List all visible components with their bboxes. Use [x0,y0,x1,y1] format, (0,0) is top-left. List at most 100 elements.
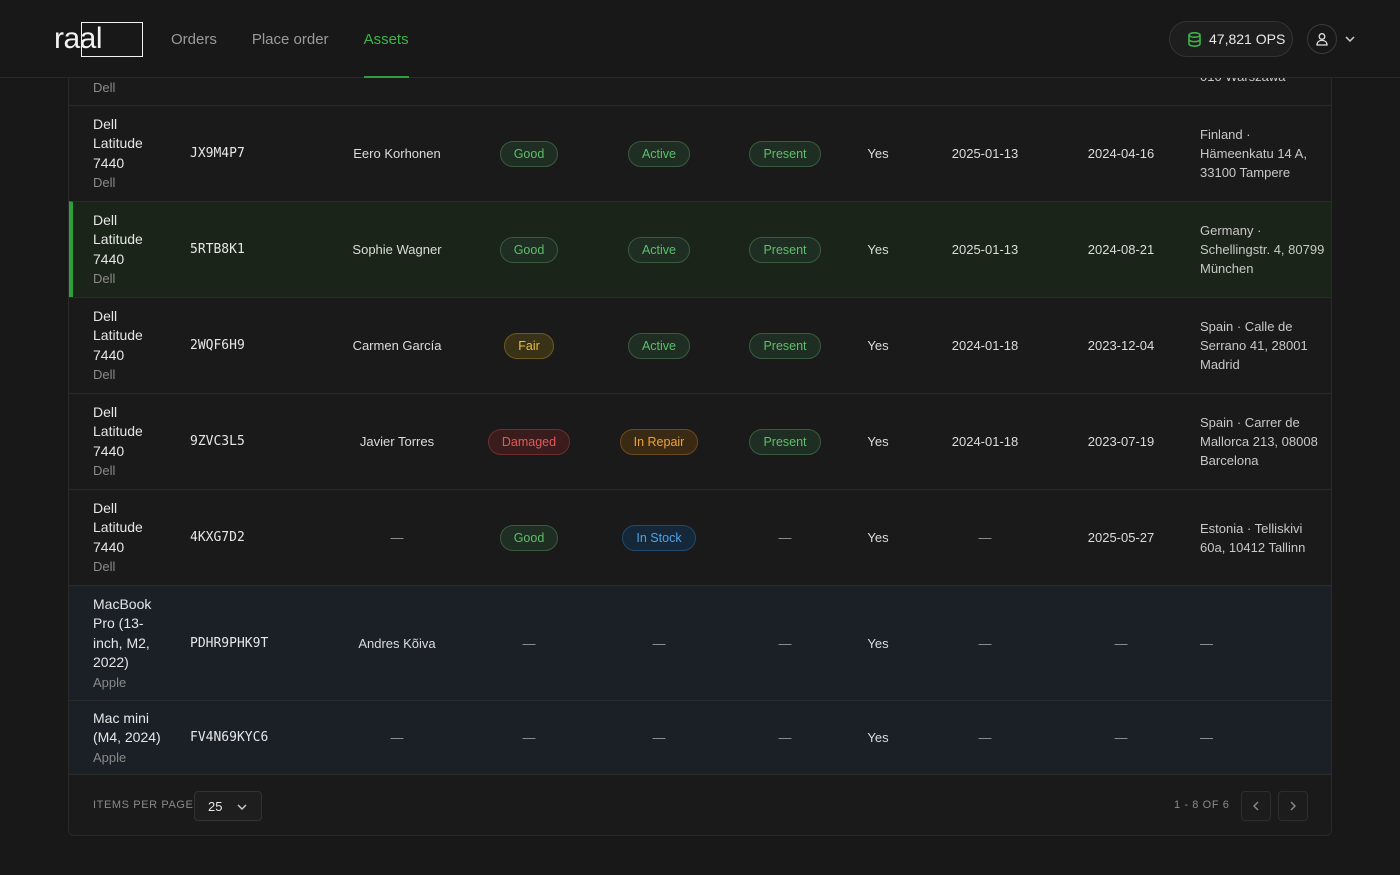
logo-frame [81,22,143,57]
asset-brand: Dell [93,175,116,191]
condition-cell: Good [477,106,581,201]
table-row[interactable]: Mac mini (M4, 2024) Apple FV4N69KYC6 — —… [69,700,1331,774]
date-purchased: 2023-12-04 [1087,338,1155,353]
user-icon [1316,33,1328,46]
asset-brand: Dell [93,559,116,575]
chevron-down-icon[interactable] [1343,32,1357,46]
serial-number: 9ZVC3L5 [190,434,245,449]
logo[interactable]: raal [54,21,143,57]
date-purchased: 2025-05-27 [1087,530,1155,545]
items-per-page-select[interactable]: 25 [194,791,262,821]
items-per-page-value: 25 [208,798,223,814]
date-purchased: — [1114,730,1128,745]
date-purchased: — [1114,635,1128,651]
address: Germany · Schellingstr. 4, 80799 München [1200,223,1325,276]
asset-name: MacBook Pro (13- inch, M2, 2022) Apple [93,595,152,690]
status-badge: Active [627,140,691,167]
assigned-user: Sophie Wagner [352,242,442,257]
pagination-info: 1 - 8 OF 6 [1174,799,1230,811]
condition-badge: Damaged [487,428,571,455]
prev-page-button[interactable] [1241,791,1271,821]
asset-brand: Dell [93,463,116,479]
asset-brand: Apple [93,749,127,765]
next-page-button[interactable] [1278,791,1308,821]
condition-cell: Damaged [477,394,581,489]
table-row[interactable]: Dell Latitude 7440 Dell 4KXG7D2 — Good I… [69,489,1331,585]
date-enrolled: — [978,730,992,745]
status-badge: Active [627,236,691,263]
table-row[interactable]: Dell Latitude 7440 Dell JX9M4P7 Eero Kor… [69,105,1331,201]
date-enrolled: 2025-01-13 [951,146,1019,161]
status-badge: Active [627,332,691,359]
presence-cell: — [778,530,792,545]
mdm-value: Yes [867,242,889,257]
presence-cell: Present [735,298,835,393]
presence-cell: — [778,635,792,651]
items-per-page-label: ITEMS PER PAGE [93,799,194,811]
asset-name: Dell Latitude 7440 Dell [93,403,143,479]
chevron-down-icon [237,804,247,810]
address: — [1200,730,1213,745]
status-cell: In Repair [609,394,709,489]
asset-name: Dell Latitude 7440 Dell [93,499,143,575]
serial-number: JX9M4P7 [190,146,245,161]
mdm-value: Yes [867,530,889,545]
table-row[interactable]: Dell Latitude 7440 Dell 9ZVC3L5 Javier T… [69,393,1331,489]
assets-table-card: Dell 010 Warszawa Dell Latitude 7440 Del… [68,50,1332,836]
status-cell: Active [609,298,709,393]
address: — [1200,635,1213,651]
row-brand: Dell [93,79,116,95]
status-cell: — [652,635,666,651]
address: Spain · Calle de Serrano 41, 28001 Madri… [1200,319,1308,372]
status-badge: In Stock [622,524,696,551]
nav-place-order[interactable]: Place order [252,0,329,78]
table-row[interactable]: Dell Latitude 7440 Dell 2WQF6H9 Carmen G… [69,297,1331,393]
presence-badge: Present [749,140,821,167]
asset-brand: Dell [93,367,116,383]
mdm-value: Yes [867,338,889,353]
table-footer: ITEMS PER PAGE 25 1 - 8 OF 6 [69,774,1331,835]
condition-cell: Good [477,202,581,297]
mdm-value: Yes [867,635,889,651]
date-enrolled: 2025-01-13 [951,242,1019,257]
user-menu-button[interactable] [1307,24,1337,54]
asset-brand: Dell [93,271,116,287]
date-enrolled: 2024-01-18 [951,338,1019,353]
asset-brand: Apple [93,674,127,690]
assigned-user: Eero Korhonen [353,146,441,161]
chevron-left-icon [1253,801,1259,811]
asset-name: Mac mini (M4, 2024) Apple [93,709,161,765]
date-purchased: 2023-07-19 [1087,434,1155,449]
nav-assets[interactable]: Assets [363,0,409,78]
asset-name: Dell Latitude 7440 Dell [93,211,143,287]
status-cell: — [652,730,666,745]
assigned-user: — [390,730,404,745]
status-cell: In Stock [609,490,709,585]
chevron-right-icon [1290,801,1296,811]
address: Spain · Carrer de Mallorca 213, 08008 Ba… [1200,415,1318,468]
status-cell: Active [609,202,709,297]
date-enrolled: 2024-01-18 [951,434,1019,449]
condition-badge: Good [499,140,559,167]
address: Finland · Hämeenkatu 14 A, 33100 Tampere [1200,127,1307,180]
ops-balance-pill[interactable]: 47,821 OPS [1169,21,1293,57]
table-row[interactable]: MacBook Pro (13- inch, M2, 2022) Apple P… [69,585,1331,700]
database-stack-icon [1188,31,1201,47]
table-row-selected[interactable]: Dell Latitude 7440 Dell 5RTB8K1 Sophie W… [69,201,1331,297]
presence-cell: Present [735,394,835,489]
top-nav-bar: raal Orders Place order Assets 47,821 OP… [0,0,1400,78]
nav-orders[interactable]: Orders [171,0,217,78]
date-enrolled: — [978,530,992,545]
address: Estonia · Telliskivi 60a, 10412 Tallinn [1200,520,1306,555]
presence-badge: Present [749,236,821,263]
assigned-user: Andres Kõiva [358,635,436,651]
condition-badge: Good [499,524,559,551]
date-enrolled: — [978,635,992,651]
assigned-user: — [390,530,404,545]
condition-cell: — [522,635,536,651]
presence-cell: Present [735,106,835,201]
mdm-value: Yes [867,730,889,745]
status-badge: In Repair [619,428,699,455]
condition-cell: Good [477,490,581,585]
condition-badge: Good [499,236,559,263]
